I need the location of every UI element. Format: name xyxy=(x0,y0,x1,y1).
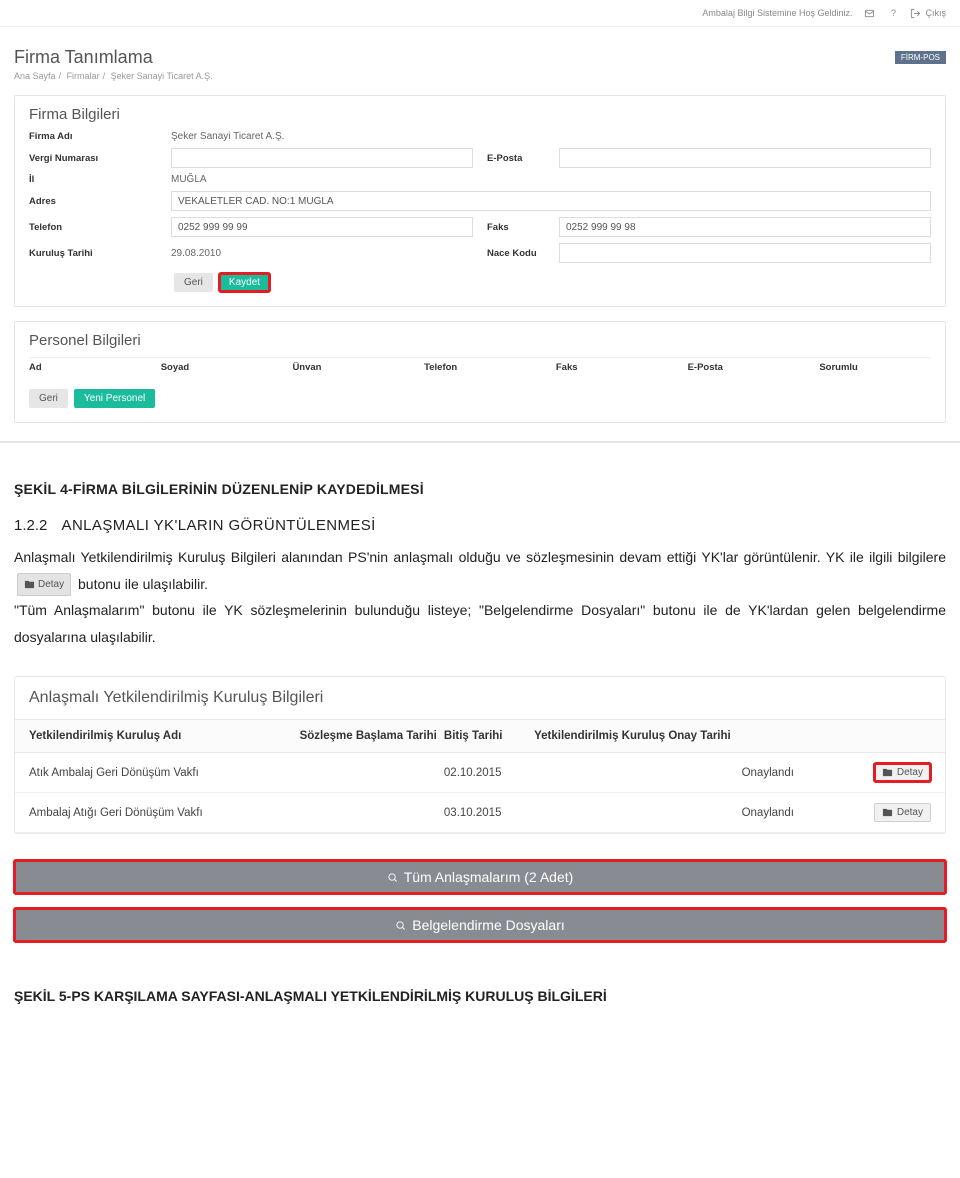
col-unvan: Ünvan xyxy=(292,362,404,373)
yk-cell-adi: Ambalaj Atığı Geri Dönüşüm Vakfı xyxy=(29,807,300,819)
yk-table-title: Anlaşmalı Yetkilendirilmiş Kuruluş Bilgi… xyxy=(15,677,945,720)
personnel-panel: Personel Bilgileri Ad Soyad Ünvan Telefo… xyxy=(14,321,946,423)
yk-cell-bitis: 03.10.2015 xyxy=(444,807,534,819)
firm-info-panel: Firma Bilgileri Firma Adı Şeker Sanayi T… xyxy=(14,95,946,307)
yk-cell-status: Onaylandı xyxy=(742,807,850,819)
page-title: Firma Tanımlama xyxy=(14,47,213,68)
input-adres[interactable] xyxy=(171,191,931,211)
col-ad: Ad xyxy=(29,362,141,373)
label-adres: Adres xyxy=(29,196,159,207)
help-icon[interactable]: ? xyxy=(886,6,900,20)
detay-label: Detay xyxy=(897,807,923,818)
yk-col-baslama: Sözleşme Başlama Tarihi xyxy=(300,730,444,742)
tum-anlasmalarim-button[interactable]: Tüm Anlaşmalarım (2 Adet) xyxy=(14,860,946,894)
col-eposta: E-Posta xyxy=(688,362,800,373)
input-eposta[interactable] xyxy=(559,148,931,168)
detay-inline-label: Detay xyxy=(38,575,64,594)
figure-5-caption: ŞEKİL 5-PS KARŞILAMA SAYFASI-ANLAŞMALI Y… xyxy=(0,950,960,1004)
input-nace[interactable] xyxy=(559,243,931,263)
label-nace: Nace Kodu xyxy=(487,248,547,259)
input-faks[interactable] xyxy=(559,217,931,237)
detay-button[interactable]: Detay xyxy=(874,803,931,822)
paragraph-1b: butonu ile ulaşılabilir. xyxy=(78,576,208,592)
personnel-panel-title: Personel Bilgileri xyxy=(29,332,931,349)
value-il: MUĞLA xyxy=(171,174,207,185)
yk-cell-adi: Atık Ambalaj Geri Dönüşüm Vakfı xyxy=(29,767,300,779)
col-sorumlu: Sorumlu xyxy=(819,362,931,373)
breadcrumb-item[interactable]: Ana Sayfa xyxy=(14,71,56,81)
col-faks: Faks xyxy=(556,362,668,373)
label-vergi-no: Vergi Numarası xyxy=(29,153,159,164)
input-vergi-no[interactable] xyxy=(171,148,473,168)
yk-table: Anlaşmalı Yetkilendirilmiş Kuruluş Bilgi… xyxy=(14,676,946,834)
belgelendirme-dosyalari-button[interactable]: Belgelendirme Dosyaları xyxy=(14,908,946,942)
table-row: Atık Ambalaj Geri Dönüşüm Vakfı 02.10.20… xyxy=(15,753,945,793)
firm-pos-badge: FİRM-POS xyxy=(895,51,946,64)
mail-icon[interactable] xyxy=(862,6,876,20)
label-faks: Faks xyxy=(487,222,547,233)
logout-button[interactable]: Çıkış xyxy=(910,8,946,19)
table-row: Ambalaj Atığı Geri Dönüşüm Vakfı 03.10.2… xyxy=(15,793,945,833)
yk-col-adi: Yetkilendirilmiş Kuruluş Adı xyxy=(29,730,300,742)
yk-col-onay: Yetkilendirilmiş Kuruluş Onay Tarihi xyxy=(534,730,741,742)
yk-col-bitis: Bitiş Tarihi xyxy=(444,730,534,742)
geri-button[interactable]: Geri xyxy=(174,273,213,292)
detay-label: Detay xyxy=(897,767,923,778)
label-il: İl xyxy=(29,174,159,185)
label-kurulus: Kuruluş Tarihi xyxy=(29,248,159,259)
breadcrumb-item[interactable]: Firmalar xyxy=(67,71,100,81)
col-soyad: Soyad xyxy=(161,362,273,373)
logout-label: Çıkış xyxy=(925,8,946,18)
yeni-personel-button[interactable]: Yeni Personel xyxy=(74,389,155,408)
label-eposta: E-Posta xyxy=(487,153,547,164)
firm-panel-title: Firma Bilgileri xyxy=(29,106,931,123)
yk-cell-bitis: 02.10.2015 xyxy=(444,767,534,779)
welcome-text: Ambalaj Bilgi Sistemine Hoş Geldiniz. xyxy=(702,8,852,18)
paragraph-2: "Tüm Anlaşmalarım" butonu ile YK sözleşm… xyxy=(14,597,946,650)
tum-anlasmalarim-label: Tüm Anlaşmalarım (2 Adet) xyxy=(404,869,574,885)
breadcrumb: Ana Sayfa/ Firmalar/ Şeker Sanayi Ticare… xyxy=(14,71,213,81)
label-telefon: Telefon xyxy=(29,222,159,233)
value-kurulus: 29.08.2010 xyxy=(171,248,221,259)
top-bar: Ambalaj Bilgi Sistemine Hoş Geldiniz. ? … xyxy=(0,0,960,27)
personnel-geri-button[interactable]: Geri xyxy=(29,389,68,408)
input-telefon[interactable] xyxy=(171,217,473,237)
figure-4-caption: ŞEKİL 4-FİRMA BİLGİLERİNİN DÜZENLENİP KA… xyxy=(14,481,946,497)
paragraph-1a: Anlaşmalı Yetkilendirilmiş Kuruluş Bilgi… xyxy=(14,549,946,565)
kaydet-button[interactable]: Kaydet xyxy=(219,273,270,292)
section-heading: 1.2.2 ANLAŞMALI YK'LARIN GÖRÜNTÜLENMESİ xyxy=(14,517,946,534)
section-title: ANLAŞMALI YK'LARIN GÖRÜNTÜLENMESİ xyxy=(62,517,376,534)
yk-cell-status: Onaylandı xyxy=(742,767,850,779)
col-telefon: Telefon xyxy=(424,362,536,373)
section-number: 1.2.2 xyxy=(14,517,47,534)
label-firma-adi: Firma Adı xyxy=(29,131,159,142)
belgelendirme-label: Belgelendirme Dosyaları xyxy=(412,917,565,933)
detay-inline-button: Detay xyxy=(17,573,71,596)
breadcrumb-item: Şeker Sanayi Ticaret A.Ş. xyxy=(111,71,213,81)
paragraph-1: Anlaşmalı Yetkilendirilmiş Kuruluş Bilgi… xyxy=(14,544,946,597)
detay-button[interactable]: Detay xyxy=(874,763,931,782)
value-firma-adi: Şeker Sanayi Ticaret A.Ş. xyxy=(171,131,284,142)
